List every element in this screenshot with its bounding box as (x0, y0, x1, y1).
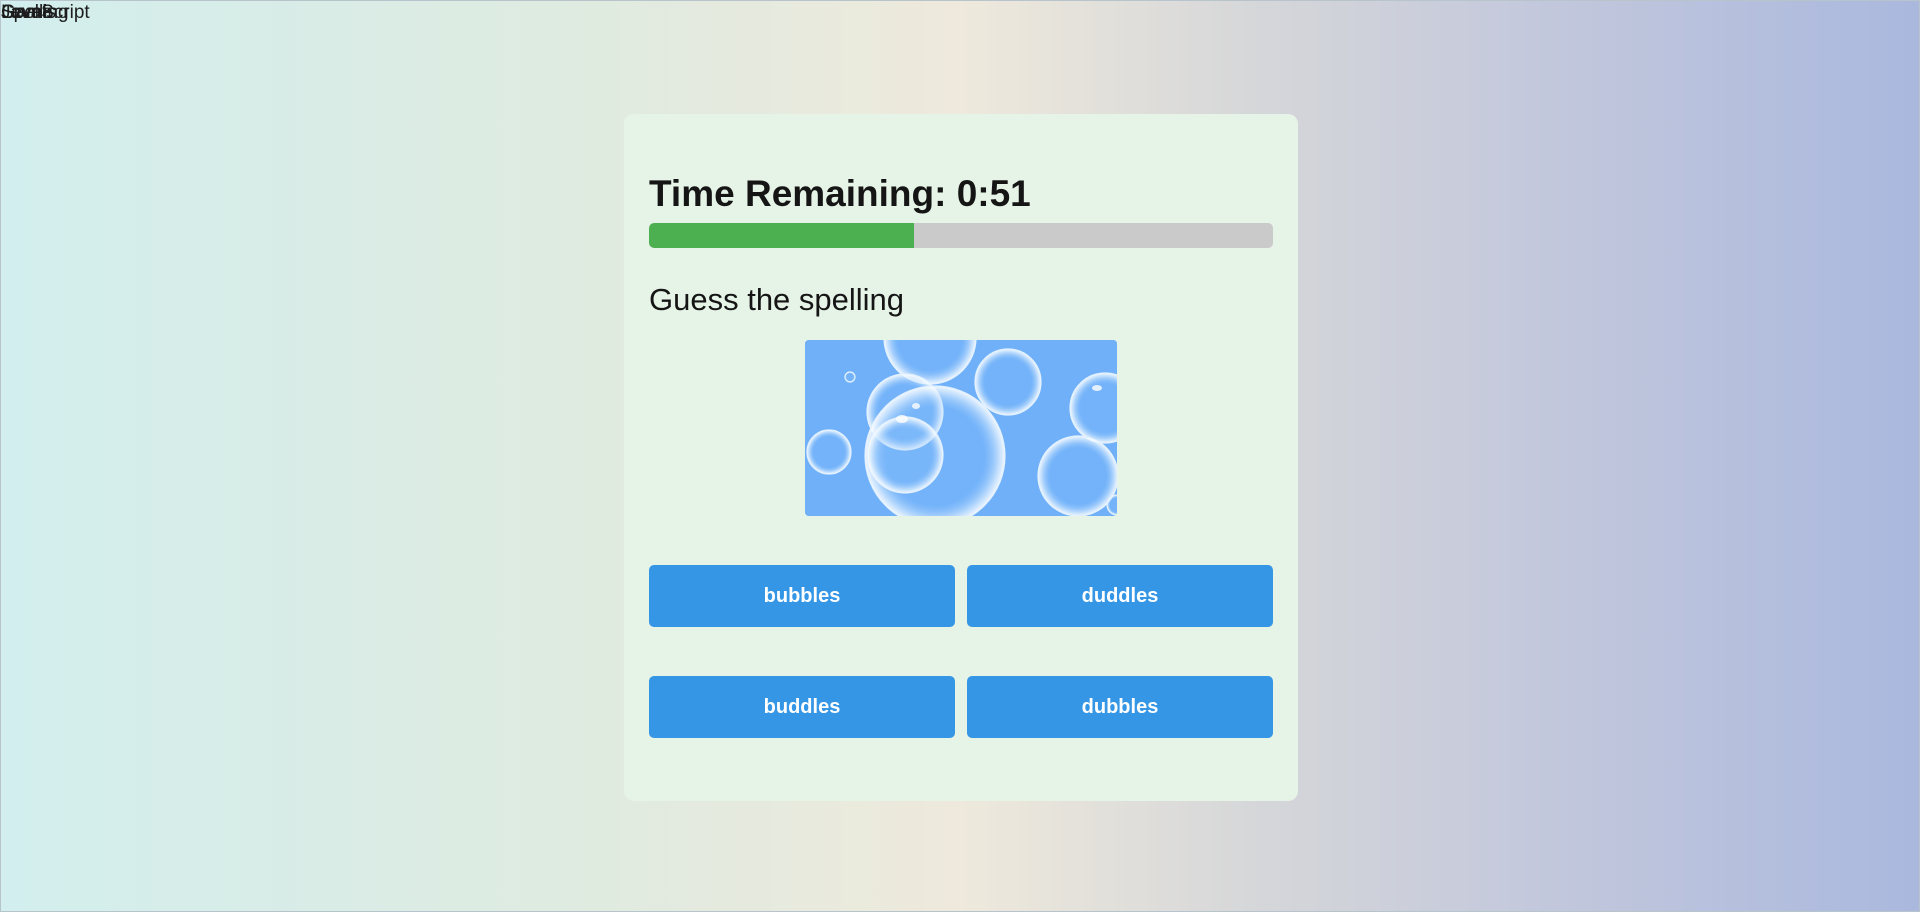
time-remaining: Time Remaining: 0:51 (649, 173, 1031, 214)
choice-button-bubbles[interactable]: bubbles (649, 565, 955, 627)
choice-button-buddles[interactable]: buddles (649, 676, 955, 738)
bubbles-illustration (805, 340, 1117, 516)
choice-button-dubbles[interactable]: dubbles (967, 676, 1273, 738)
overlap-text-4: JavaScript (1, 2, 90, 23)
bubbles-image (805, 340, 1117, 516)
choice-button-duddles[interactable]: duddles (967, 565, 1273, 627)
timer-progress-fill (649, 223, 915, 248)
timer-progress-bar (649, 223, 1273, 248)
game-card: Time Remaining: 0:51 Guess the spelling (624, 114, 1298, 801)
question-prompt: Guess the spelling (649, 282, 905, 317)
